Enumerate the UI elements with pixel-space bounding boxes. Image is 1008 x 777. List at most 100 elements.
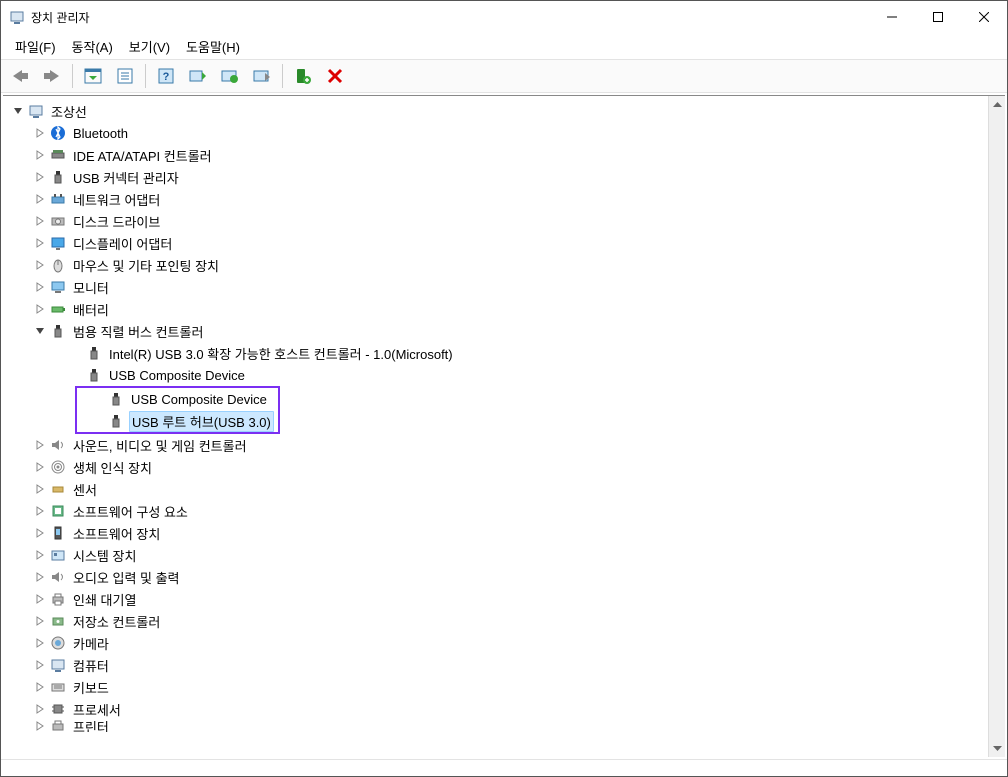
expand-icon[interactable]: [33, 680, 47, 694]
tree-node-label: 조상선: [49, 102, 89, 121]
sw-comp-icon: [49, 502, 67, 520]
menu-file[interactable]: 파일(F): [7, 35, 64, 58]
tree-node-label: 사운드, 비디오 및 게임 컨트롤러: [71, 436, 249, 455]
collapse-icon[interactable]: [11, 104, 25, 118]
tree-node[interactable]: 생체 인식 장치: [7, 456, 988, 478]
help-button[interactable]: ?: [151, 62, 181, 90]
expand-icon[interactable]: [33, 614, 47, 628]
forward-button[interactable]: [37, 62, 67, 90]
tree-node[interactable]: USB Composite Device: [7, 364, 988, 386]
back-button[interactable]: [5, 62, 35, 90]
expand-icon[interactable]: [33, 438, 47, 452]
update-driver-button[interactable]: [215, 62, 245, 90]
disable-button[interactable]: [247, 62, 277, 90]
expand-icon[interactable]: [33, 548, 47, 562]
menu-help[interactable]: 도움말(H): [178, 35, 248, 58]
tree-node[interactable]: USB 루트 허브(USB 3.0): [77, 410, 278, 432]
tree-node[interactable]: 모니터: [7, 276, 988, 298]
expand-icon[interactable]: [33, 170, 47, 184]
tree-node[interactable]: 디스플레이 어댑터: [7, 232, 988, 254]
tree-node[interactable]: 소프트웨어 장치: [7, 522, 988, 544]
tree-node[interactable]: 프로세서: [7, 698, 988, 720]
uninstall-button[interactable]: [320, 62, 350, 90]
expand-icon[interactable]: [33, 460, 47, 474]
tree-node[interactable]: 카메라: [7, 632, 988, 654]
tree-node-label: 센서: [71, 480, 99, 499]
expand-icon[interactable]: [33, 504, 47, 518]
expand-icon[interactable]: [33, 214, 47, 228]
tree-node[interactable]: 조상선: [7, 100, 988, 122]
add-device-button[interactable]: [288, 62, 318, 90]
sensor-icon: [49, 480, 67, 498]
tree-node[interactable]: 디스크 드라이브: [7, 210, 988, 232]
expand-icon[interactable]: [33, 526, 47, 540]
expand-icon[interactable]: [33, 258, 47, 272]
tree-node[interactable]: 프린터: [7, 720, 988, 732]
audio-icon: [49, 568, 67, 586]
expand-icon[interactable]: [33, 592, 47, 606]
tree-node[interactable]: 저장소 컨트롤러: [7, 610, 988, 632]
minimize-button[interactable]: [869, 1, 915, 33]
tree-node[interactable]: Bluetooth: [7, 122, 988, 144]
tree-node[interactable]: 시스템 장치: [7, 544, 988, 566]
menu-action[interactable]: 동작(A): [64, 35, 121, 58]
expand-icon[interactable]: [33, 482, 47, 496]
tree-node-label: USB 루트 허브(USB 3.0): [129, 411, 274, 432]
camera-icon: [49, 634, 67, 652]
tree-node-label: USB 커넥터 관리자: [71, 168, 181, 187]
tree-node-label: 디스크 드라이브: [71, 212, 162, 231]
tree-node-label: 저장소 컨트롤러: [71, 612, 162, 631]
tree-node[interactable]: 컴퓨터: [7, 654, 988, 676]
properties-button[interactable]: [110, 62, 140, 90]
show-hide-button[interactable]: [78, 62, 108, 90]
scan-button[interactable]: [183, 62, 213, 90]
scroll-down-button[interactable]: [989, 740, 1005, 757]
titlebar: 장치 관리자: [1, 1, 1007, 33]
expand-icon[interactable]: [33, 720, 47, 732]
tree-node[interactable]: 키보드: [7, 676, 988, 698]
tree-node[interactable]: 소프트웨어 구성 요소: [7, 500, 988, 522]
expand-icon[interactable]: [33, 570, 47, 584]
expand-icon[interactable]: [33, 236, 47, 250]
scroll-up-button[interactable]: [989, 96, 1005, 113]
tree-node-label: 소프트웨어 장치: [71, 524, 162, 543]
tree-node[interactable]: 네트워크 어댑터: [7, 188, 988, 210]
tree-node[interactable]: USB Composite Device: [77, 388, 278, 410]
tree-node[interactable]: USB 커넥터 관리자: [7, 166, 988, 188]
tree-node[interactable]: 사운드, 비디오 및 게임 컨트롤러: [7, 434, 988, 456]
menu-view[interactable]: 보기(V): [121, 35, 178, 58]
tree-node[interactable]: 인쇄 대기열: [7, 588, 988, 610]
tree-node[interactable]: 오디오 입력 및 출력: [7, 566, 988, 588]
tree-node-label: 범용 직렬 버스 컨트롤러: [71, 322, 205, 341]
tree-node[interactable]: 센서: [7, 478, 988, 500]
tree-node-label: 카메라: [71, 634, 111, 653]
vertical-scrollbar[interactable]: [988, 96, 1005, 757]
display-icon: [49, 234, 67, 252]
tree-node[interactable]: 마우스 및 기타 포인팅 장치: [7, 254, 988, 276]
network-icon: [49, 190, 67, 208]
maximize-button[interactable]: [915, 1, 961, 33]
scroll-track[interactable]: [989, 113, 1005, 740]
tree-node[interactable]: Intel(R) USB 3.0 확장 가능한 호스트 컨트롤러 - 1.0(M…: [7, 342, 988, 364]
computer-icon: [27, 102, 45, 120]
biometric-icon: [49, 458, 67, 476]
expand-icon[interactable]: [33, 148, 47, 162]
expand-icon[interactable]: [33, 658, 47, 672]
tree-node[interactable]: 배터리: [7, 298, 988, 320]
device-tree[interactable]: 조상선 Bluetooth IDE ATA/ATAPI 컨트롤러 USB 커넥터 관리…: [3, 96, 988, 757]
expand-icon[interactable]: [33, 636, 47, 650]
expand-icon[interactable]: [33, 302, 47, 316]
expand-icon[interactable]: [33, 702, 47, 716]
expand-icon[interactable]: [33, 126, 47, 140]
toolbar-separator: [72, 64, 73, 88]
tree-node-label: Bluetooth: [71, 126, 130, 141]
tree-node-label: 모니터: [71, 278, 111, 297]
collapse-icon[interactable]: [33, 324, 47, 338]
tree-node[interactable]: 범용 직렬 버스 컨트롤러: [7, 320, 988, 342]
expand-icon[interactable]: [33, 280, 47, 294]
close-button[interactable]: [961, 1, 1007, 33]
expand-icon[interactable]: [33, 192, 47, 206]
storage-icon: [49, 612, 67, 630]
expander-placeholder: [69, 346, 83, 360]
tree-node[interactable]: IDE ATA/ATAPI 컨트롤러: [7, 144, 988, 166]
